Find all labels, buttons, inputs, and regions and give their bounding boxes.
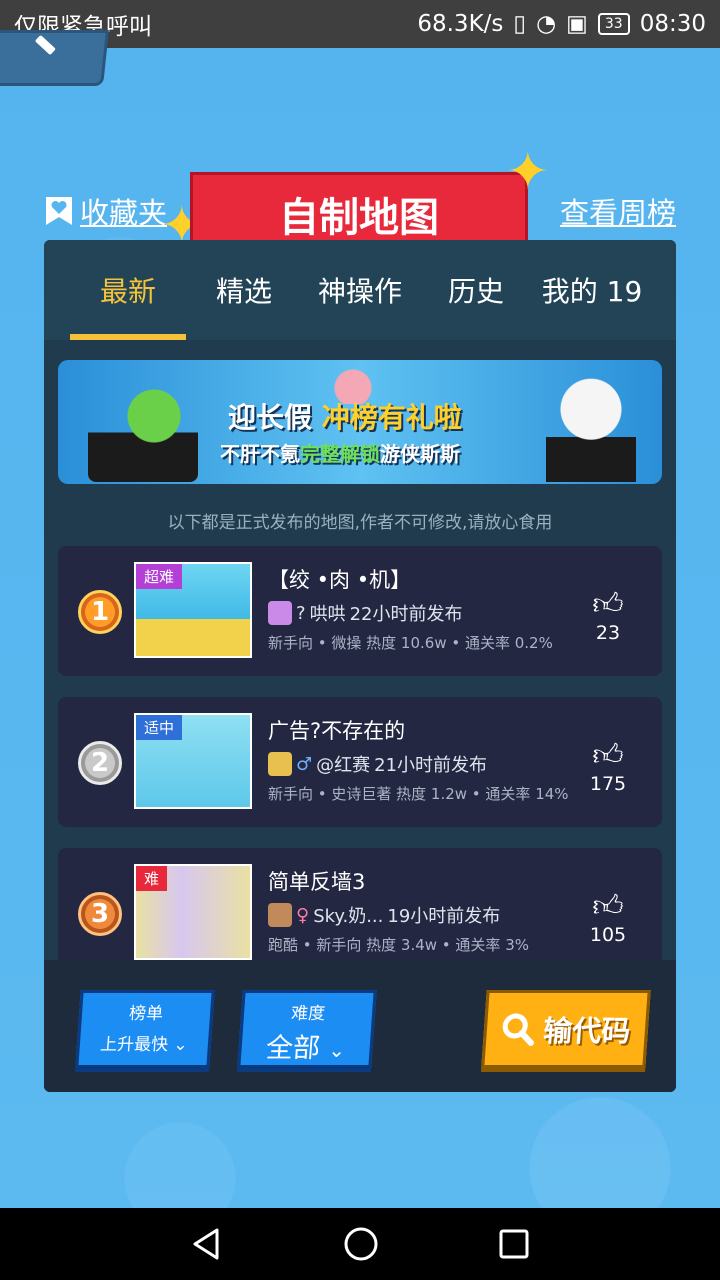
ranking-dropdown-label: 榜单 [128,1004,164,1024]
back-button[interactable] [0,30,109,86]
like-count: 23 [595,622,621,644]
promo-banner[interactable]: 迎长假 冲榜有礼啦 不肝不氪完整解锁游侠斯斯 [58,360,662,484]
wifi-icon: ◔ [536,11,557,37]
difficulty-dropdown[interactable]: 难度 全部 ⌄ [237,990,377,1068]
tab-bar: 最新 精选 神操作 历史 我的 19 [44,240,676,340]
like-button[interactable]: 👍︎ 105 [578,889,638,947]
author-name: Sky.奶... [313,906,384,927]
tab-epic-plays[interactable]: 神操作 [302,240,418,340]
enter-code-label: 输代码 [542,1014,632,1048]
bottom-controls: 榜单 上升最快 ⌄ 难度 全部 ⌄ 输代码 [44,960,676,1092]
notice-text: 以下都是正式发布的地图,作者不可修改,请放心食用 [167,513,553,533]
like-count: 105 [589,924,627,946]
list-item[interactable]: 1 超难 【绞 •肉 •机】 ? 哄哄 22小时前发布 新手向 • 微操 热度 … [58,546,662,676]
gender-icon: ? [296,602,306,624]
post-time: 19小时前发布 [387,906,501,927]
map-title: 简单反墙3 [268,870,366,894]
thumbs-up-icon: 👍︎ [592,587,624,622]
gender-icon: ♀ [296,904,310,926]
author-name: 哄哄 [309,604,346,625]
map-title: 【绞 •肉 •机】 [268,568,412,592]
difficulty-dropdown-value: 全部 [264,1033,322,1064]
promo-headline: 迎长假 冲榜有礼啦 [228,401,462,434]
like-count: 175 [589,773,627,795]
recents-icon[interactable] [497,1227,531,1261]
system-nav-bar [0,1208,720,1280]
map-author-line: ♂ @红赛 21小时前发布 [268,751,487,777]
avatar [268,752,292,776]
avatar [268,601,292,625]
map-author-line: ♀ Sky.奶... 19小时前发布 [268,902,500,928]
bookmark-heart-icon [46,197,72,225]
enter-code-button[interactable]: 输代码 [481,990,651,1068]
favorites-label: 收藏夹 [80,196,168,230]
battery-indicator: 33 [597,13,630,35]
thumbs-up-icon: 👍︎ [592,889,624,924]
back-arrow-icon [34,34,56,56]
gender-icon: ♂ [296,753,313,775]
list-item[interactable]: 3 难 简单反墙3 ♀ Sky.奶... 19小时前发布 跑酷 • 新手向 热度… [58,848,662,978]
map-panel: 最新 精选 神操作 历史 我的 19 迎长假 冲榜有礼啦 不肝不氪完整解锁游侠斯… [44,240,676,1092]
map-title: 广告?不存在的 [268,719,406,743]
thumbs-up-icon: 👍︎ [592,738,624,773]
rank-badge: 3 [78,892,122,936]
clock: 08:30 [639,11,706,37]
chevron-down-icon: ⌄ [327,1038,347,1062]
map-thumbnail: 超难 [134,562,252,658]
tab-latest[interactable]: 最新 [70,240,186,340]
tab-history[interactable]: 历史 [418,240,534,340]
ranking-dropdown-value: 上升最快 [99,1035,169,1055]
difficulty-dropdown-label: 难度 [290,1004,326,1024]
like-button[interactable]: 👍︎ 175 [578,738,638,796]
map-list: 1 超难 【绞 •肉 •机】 ? 哄哄 22小时前发布 新手向 • 微操 热度 … [58,546,662,999]
promo-subline: 不肝不氪完整解锁游侠斯斯 [220,442,460,466]
promo-character-right [546,370,636,482]
sim-icon: ▣ [566,11,588,37]
map-thumbnail: 难 [134,864,252,960]
rank-badge: 2 [78,741,122,785]
difficulty-tag: 超难 [136,564,183,589]
like-button[interactable]: 👍︎ 23 [578,587,638,645]
network-speed: 68.3K/s [417,11,504,37]
list-item[interactable]: 2 适中 广告?不存在的 ♂ @红赛 21小时前发布 新手向 • 史诗巨著 热度… [58,697,662,827]
chevron-down-icon: ⌄ [172,1035,189,1055]
search-icon [503,1013,535,1046]
rank-badge: 1 [78,590,122,634]
map-thumbnail: 适中 [134,713,252,809]
status-bar: 仅限紧急呼叫 68.3K/s ▯ ◔ ▣ 33 08:30 [0,0,720,48]
difficulty-tag: 难 [136,866,168,891]
vibrate-icon: ▯ [513,11,527,37]
author-name: @红赛 [316,755,371,776]
favorites-link[interactable]: 收藏夹 [44,190,167,232]
post-time: 21小时前发布 [374,755,488,776]
map-stats: 新手向 • 史诗巨著 热度 1.2w • 通关率 14% [268,785,569,803]
post-time: 22小时前发布 [349,604,463,625]
tab-mine[interactable]: 我的 19 [534,240,650,340]
ranking-dropdown[interactable]: 榜单 上升最快 ⌄ [75,990,215,1068]
tab-featured[interactable]: 精选 [186,240,302,340]
home-icon[interactable] [342,1225,380,1263]
avatar [268,903,292,927]
map-author-line: ? 哄哄 22小时前发布 [268,600,462,626]
star-decoration-right: ✦ [506,142,550,202]
map-stats: 跑酷 • 新手向 热度 3.4w • 通关率 3% [268,936,529,954]
difficulty-tag: 适中 [136,715,183,740]
weekly-ranking-link[interactable]: 查看周榜 [560,190,676,232]
promo-character-left [88,372,198,482]
back-icon[interactable] [189,1226,225,1262]
map-stats: 新手向 • 微操 热度 10.6w • 通关率 0.2% [268,634,553,652]
